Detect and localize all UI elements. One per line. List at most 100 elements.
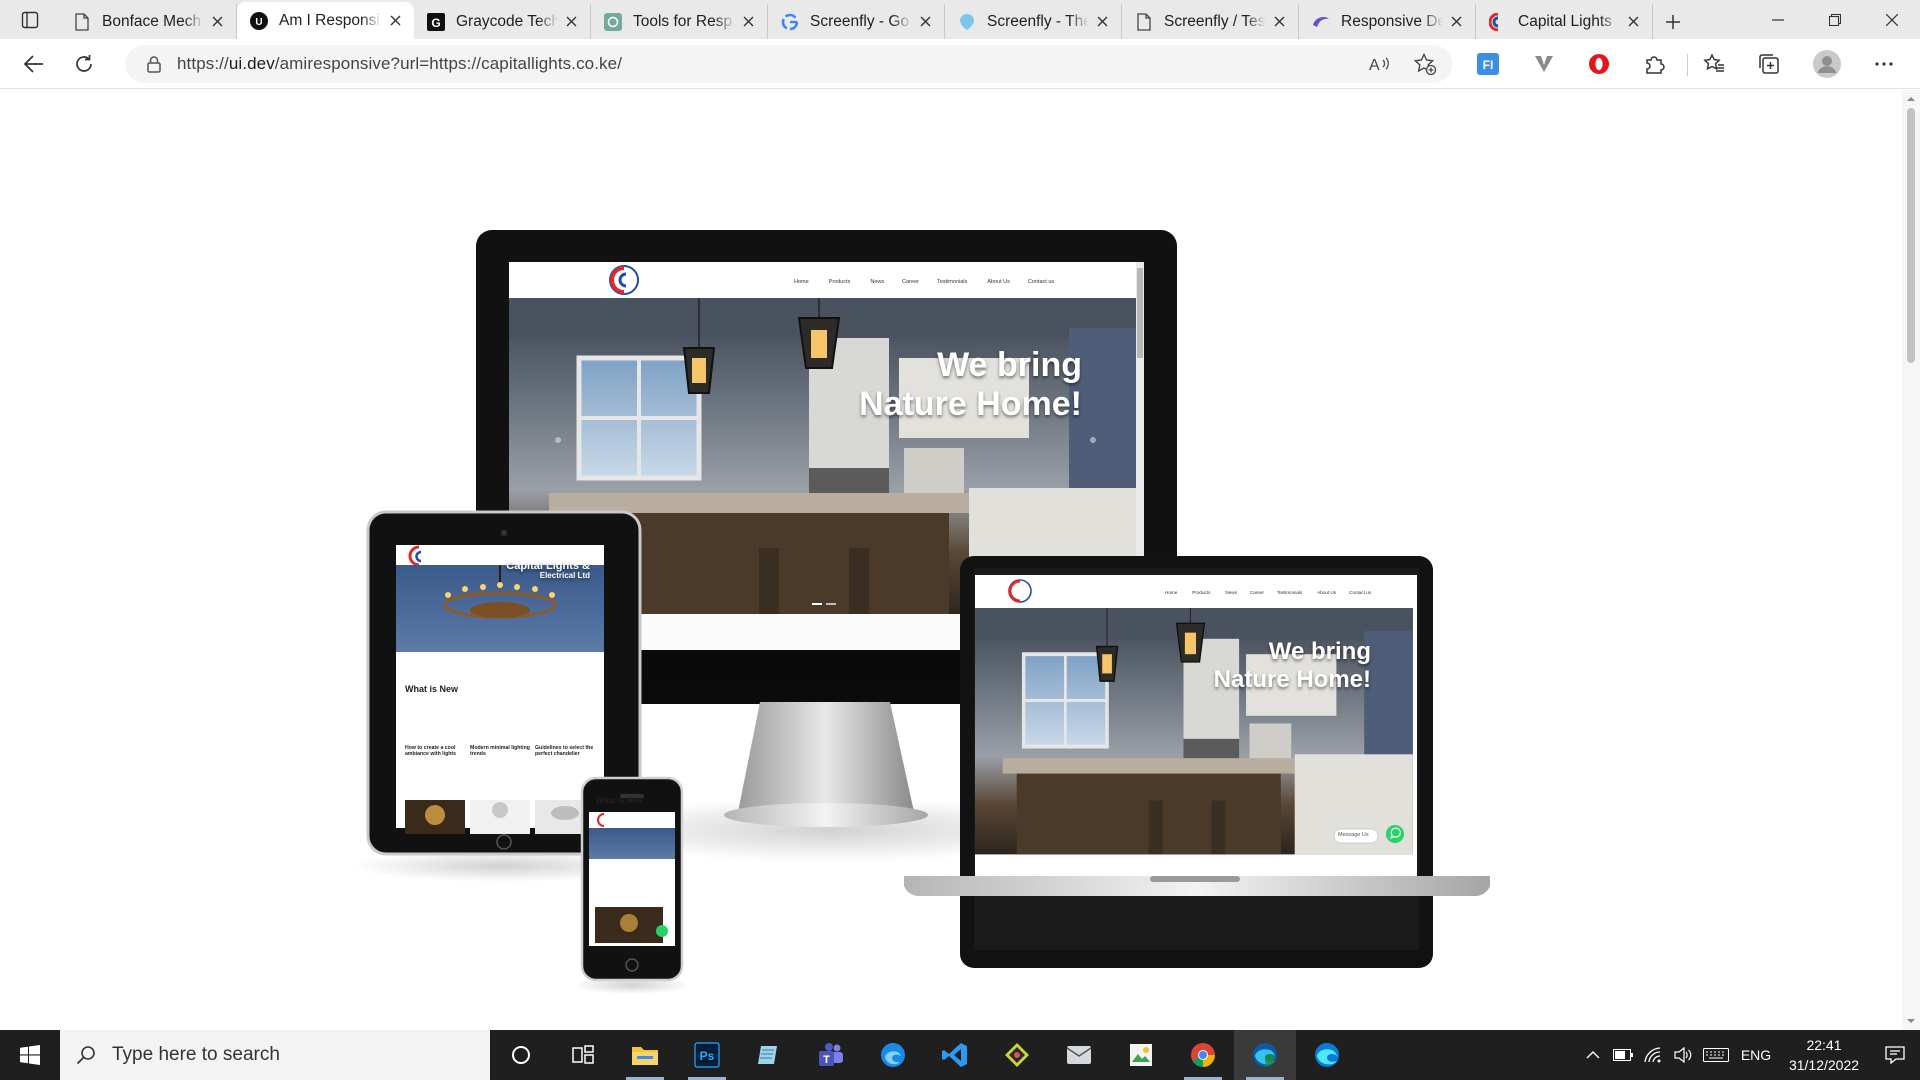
tab-tools[interactable]: Tools for Resp xyxy=(591,4,768,39)
notepad-button[interactable] xyxy=(738,1030,800,1080)
tab-amiresponsive[interactable]: U Am I Responsi xyxy=(237,2,414,39)
wifi-icon xyxy=(1644,1047,1661,1063)
monitor-nav: Home Products News Career Testimonials A… xyxy=(794,279,1054,285)
tab-screenfly-google[interactable]: Screenfly - Go xyxy=(768,4,945,39)
scroll-up-icon[interactable] xyxy=(1906,94,1916,104)
close-icon[interactable] xyxy=(1093,13,1111,31)
extension-opera-button[interactable] xyxy=(1582,47,1616,81)
v-extension-icon xyxy=(1535,56,1553,72)
add-favorite-button[interactable] xyxy=(1408,47,1442,81)
network-button[interactable] xyxy=(1638,1030,1668,1080)
tab-bonface[interactable]: Bonface Mech xyxy=(60,4,237,39)
teams-button[interactable]: T xyxy=(800,1030,862,1080)
toolbar-divider xyxy=(1687,54,1688,76)
svg-text:FI: FI xyxy=(1483,58,1494,72)
extension-fi-button[interactable]: FI xyxy=(1471,47,1505,81)
read-aloud-button[interactable]: A xyxy=(1363,47,1397,81)
windows-icon xyxy=(20,1045,40,1065)
phone-whats-new: What is New xyxy=(596,796,644,805)
outlook-button[interactable] xyxy=(1048,1030,1110,1080)
read-aloud-icon: A xyxy=(1369,57,1389,73)
volume-button[interactable] xyxy=(1668,1030,1698,1080)
search-placeholder: Type here to search xyxy=(112,1044,280,1065)
spreadsheet-button[interactable] xyxy=(1110,1030,1172,1080)
tab-title: Screenfly - The xyxy=(987,12,1089,30)
extensions-button[interactable] xyxy=(1637,47,1671,81)
tab-title: Screenfly / Tes xyxy=(1164,12,1266,30)
favorites-icon xyxy=(1703,53,1724,72)
edge-button[interactable] xyxy=(1234,1030,1296,1080)
back-button[interactable] xyxy=(14,44,54,84)
close-icon[interactable] xyxy=(1447,13,1465,31)
battery-button[interactable] xyxy=(1608,1030,1638,1080)
tab-screenfly-test[interactable]: Screenfly / Tes xyxy=(1122,4,1299,39)
close-icon[interactable] xyxy=(386,12,404,30)
star-add-icon xyxy=(1414,53,1436,75)
task-view-button[interactable] xyxy=(552,1030,614,1080)
new-tab-button[interactable] xyxy=(1653,4,1693,39)
search-icon xyxy=(76,1046,95,1065)
edge-dev-button[interactable] xyxy=(1296,1030,1358,1080)
battery-icon xyxy=(1613,1049,1633,1061)
adblock-icon xyxy=(1589,54,1609,74)
clock[interactable]: 22:41 31/12/2022 xyxy=(1778,1035,1870,1075)
collections-button[interactable] xyxy=(1752,47,1786,81)
system-tray: ENG 22:41 31/12/2022 xyxy=(1578,1030,1920,1080)
close-icon[interactable] xyxy=(562,13,580,31)
close-window-button[interactable] xyxy=(1863,0,1920,39)
extension-v-button[interactable] xyxy=(1527,47,1561,81)
vscode-button[interactable] xyxy=(924,1030,986,1080)
close-icon[interactable] xyxy=(208,13,226,31)
keyboard-button[interactable] xyxy=(1698,1030,1734,1080)
file-explorer-icon xyxy=(632,1047,658,1065)
start-button[interactable] xyxy=(0,1030,60,1080)
chevron-up-icon xyxy=(1586,1051,1600,1059)
page-scrollbar[interactable] xyxy=(1902,90,1920,1030)
notifications-button[interactable] xyxy=(1870,1030,1920,1080)
scrollbar-thumb[interactable] xyxy=(1907,108,1915,363)
tab-capital-lights[interactable]: Capital Lights xyxy=(1476,4,1653,39)
svg-text:G: G xyxy=(431,16,440,30)
close-icon[interactable] xyxy=(1270,13,1288,31)
tablet-title-2: Electrical Ltd xyxy=(539,571,590,581)
refresh-icon xyxy=(76,54,92,72)
close-icon[interactable] xyxy=(739,13,757,31)
tab-actions-button[interactable] xyxy=(0,0,60,39)
minimize-button[interactable] xyxy=(1749,0,1806,39)
edge-beta-button[interactable] xyxy=(862,1030,924,1080)
taskbar-search[interactable]: Type here to search xyxy=(60,1030,490,1080)
svg-text:A: A xyxy=(1369,57,1380,73)
tab-screenfly-the[interactable]: Screenfly - The xyxy=(945,4,1122,39)
url-text[interactable]: https://ui.dev/amiresponsive?url=https:/… xyxy=(177,54,622,74)
close-icon[interactable] xyxy=(1624,13,1642,31)
tab-responsive-design[interactable]: Responsive De xyxy=(1299,4,1476,39)
show-hidden-icons-button[interactable] xyxy=(1578,1030,1608,1080)
refresh-button[interactable] xyxy=(64,44,104,84)
nav-home: Home xyxy=(794,279,809,285)
keyboard-icon xyxy=(1703,1048,1729,1062)
address-bar[interactable]: https://ui.dev/amiresponsive?url=https:/… xyxy=(125,45,1452,83)
cortana-button[interactable] xyxy=(490,1030,552,1080)
profile-button[interactable] xyxy=(1810,47,1844,81)
nav-contact: Contact us xyxy=(1027,279,1055,285)
lock-icon[interactable] xyxy=(147,55,161,73)
settings-more-button[interactable] xyxy=(1867,47,1901,81)
scroll-down-icon[interactable] xyxy=(1906,1016,1916,1026)
graycode-icon: G xyxy=(426,12,446,32)
language-indicator[interactable]: ENG xyxy=(1734,1030,1778,1080)
restore-button[interactable] xyxy=(1806,0,1863,39)
tab-graycode[interactable]: G Graycode Tech xyxy=(414,4,591,39)
gitkraken-button[interactable] xyxy=(986,1030,1048,1080)
favorites-button[interactable] xyxy=(1697,47,1731,81)
close-icon[interactable] xyxy=(916,13,934,31)
chrome-button[interactable] xyxy=(1172,1030,1234,1080)
message-us-label[interactable]: Message Us xyxy=(1338,832,1369,838)
nav-products: Products xyxy=(828,279,851,285)
responsive-icon xyxy=(1311,12,1331,32)
photoshop-button[interactable]: Ps xyxy=(676,1030,738,1080)
tab-title: Am I Responsi xyxy=(279,11,380,29)
file-explorer-button[interactable] xyxy=(614,1030,676,1080)
teams-icon: T xyxy=(819,1043,843,1066)
openai-icon xyxy=(603,12,623,32)
monitor-hero-text: We bring Nature Home! xyxy=(830,346,1082,424)
